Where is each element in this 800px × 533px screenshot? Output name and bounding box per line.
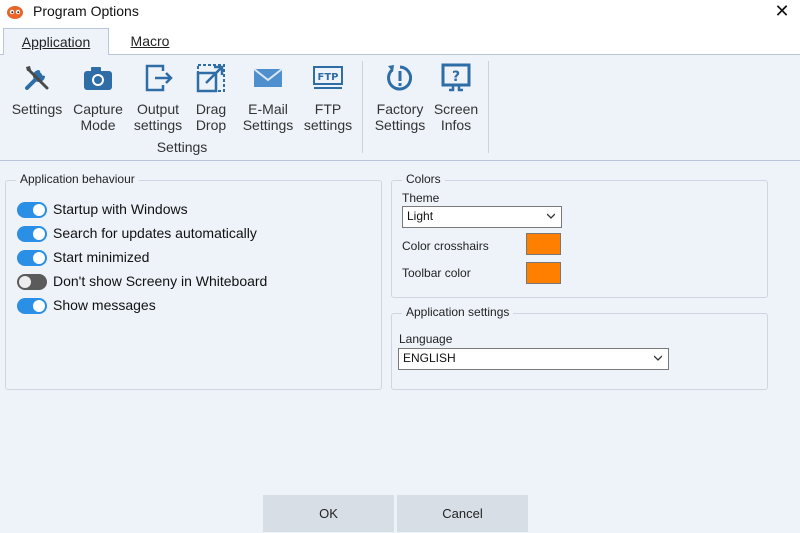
title-bar: Program Options ✕ <box>0 0 800 24</box>
email-settings-button[interactable]: E-Mail Settings <box>238 61 298 133</box>
ftp-settings-line1: FTP <box>314 101 342 117</box>
monitor-info-icon: ? <box>441 63 471 92</box>
screen-infos-line2: Infos <box>440 117 472 133</box>
close-button[interactable]: ✕ <box>770 0 794 24</box>
ok-button[interactable]: OK <box>263 495 394 532</box>
output-settings-button[interactable]: Output settings <box>130 61 186 133</box>
svg-text:FTP: FTP <box>318 72 339 83</box>
drag-drop-line1: Drag <box>195 101 227 117</box>
toggle-label: Show messages <box>53 297 156 313</box>
camera-icon <box>84 67 112 90</box>
language-select[interactable]: ENGLISH <box>398 348 669 370</box>
ribbon-separator <box>362 61 363 153</box>
crosshairs-label: Color crosshairs <box>402 239 489 253</box>
application-behaviour-title: Application behaviour <box>16 172 139 186</box>
email-settings-line1: E-Mail <box>248 101 288 117</box>
tab-bar: Application Macro <box>0 24 800 56</box>
application-settings-panel: Application settings Language ENGLISH <box>391 305 768 390</box>
factory-settings-button[interactable]: Factory Settings <box>370 61 430 133</box>
app-logo-icon <box>7 6 23 19</box>
colors-panel: Colors Theme Light Color crosshairs Tool… <box>391 172 768 298</box>
capture-mode-button[interactable]: Capture Mode <box>68 61 128 133</box>
tab-macro[interactable]: Macro <box>113 28 187 56</box>
toggle-switch[interactable] <box>17 298 47 314</box>
settings-button[interactable]: Settings <box>6 61 68 117</box>
colors-title: Colors <box>402 172 445 186</box>
crosshairs-color-swatch[interactable] <box>526 233 561 255</box>
drag-drop-button[interactable]: Drag Drop <box>188 61 234 133</box>
toggle-label: Search for updates automatically <box>53 225 257 241</box>
wrench-screwdriver-icon <box>25 66 49 90</box>
output-settings-line2: settings <box>133 117 183 133</box>
toolbar-color-swatch[interactable] <box>526 262 561 284</box>
language-label: Language <box>399 332 453 346</box>
export-icon <box>145 64 173 92</box>
language-select-value: ENGLISH <box>403 351 456 365</box>
toggle-switch[interactable] <box>17 202 47 218</box>
screen-infos-line1: Screen <box>433 101 479 117</box>
ribbon-separator <box>488 61 489 153</box>
toggle-label: Startup with Windows <box>53 201 188 217</box>
screen-infos-button[interactable]: ? Screen Infos <box>430 61 482 133</box>
ribbon-toolbar: Settings Capture Mode Output settings Dr… <box>0 55 800 161</box>
chevron-down-icon <box>654 355 662 361</box>
toggle-switch[interactable] <box>17 250 47 266</box>
svg-text:?: ? <box>452 69 460 85</box>
toggle-switch[interactable] <box>17 274 47 290</box>
ftp-settings-button[interactable]: FTP FTP settings <box>300 61 356 133</box>
ribbon-group-label: Settings <box>156 139 208 155</box>
tab-application-label: Application <box>21 34 91 50</box>
application-behaviour-panel: Application behaviour Startup with Windo… <box>5 172 382 390</box>
theme-select[interactable]: Light <box>402 206 562 228</box>
chevron-down-icon <box>547 213 555 219</box>
toggle-label: Don't show Screeny in Whiteboard <box>53 273 268 289</box>
factory-settings-line1: Factory <box>376 101 424 117</box>
email-settings-line2: Settings <box>242 117 294 133</box>
ftp-icon: FTP <box>313 66 343 89</box>
settings-button-label: Settings <box>11 101 63 117</box>
ftp-settings-line2: settings <box>303 117 353 133</box>
window-title: Program Options <box>33 3 139 19</box>
cancel-button[interactable]: Cancel <box>397 495 528 532</box>
tab-application[interactable]: Application <box>3 28 109 56</box>
drag-drop-line2: Drop <box>195 117 227 133</box>
factory-settings-line2: Settings <box>374 117 426 133</box>
capture-mode-line1: Capture <box>73 101 123 117</box>
capture-mode-line2: Mode <box>80 117 116 133</box>
theme-label: Theme <box>402 191 440 205</box>
toolbar-color-label: Toolbar color <box>402 266 471 280</box>
theme-select-value: Light <box>407 209 434 223</box>
envelope-icon <box>253 68 283 87</box>
toggle-switch[interactable] <box>17 226 47 242</box>
application-settings-title: Application settings <box>402 305 514 319</box>
drag-drop-icon <box>196 64 225 93</box>
reset-icon <box>387 65 413 91</box>
output-settings-line1: Output <box>136 101 180 117</box>
tab-macro-label: Macro <box>130 33 170 49</box>
toggle-label: Start minimized <box>53 249 150 265</box>
